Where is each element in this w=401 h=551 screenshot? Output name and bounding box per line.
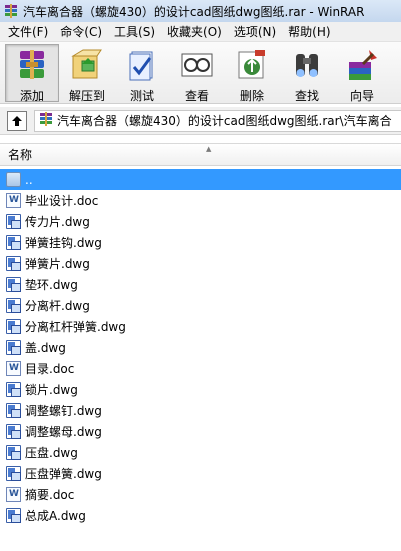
dwg-file-icon [6,214,21,229]
file-name: 盖.dwg [25,341,66,355]
menu-file[interactable]: 文件(F) [2,22,54,42]
list-item[interactable]: 压盘弹簧.dwg [0,463,401,484]
wizard-label: 向导 [349,89,374,103]
file-name: .. [25,172,33,187]
list-item[interactable]: 盖.dwg [0,337,401,358]
file-name: 压盘弹簧.dwg [25,467,102,481]
column-header-label: 名称 [8,148,33,162]
file-name: 弹簧片.dwg [25,257,90,271]
up-arrow-icon [12,115,22,126]
delete-button[interactable]: 删除 [225,44,279,103]
dwg-file-icon [6,403,21,418]
list-item[interactable]: 锁片.dwg [0,379,401,400]
dwg-file-icon [6,466,21,481]
dwg-file-icon [6,445,21,460]
menu-bar: 文件(F) 命令(C) 工具(S) 收藏夹(O) 选项(N) 帮助(H) [0,22,401,42]
list-item[interactable]: 分离杆.dwg [0,295,401,316]
list-item[interactable]: 调整螺钉.dwg [0,400,401,421]
file-name: 目录.doc [25,362,75,376]
list-item[interactable]: 调整螺母.dwg [0,421,401,442]
list-item[interactable]: .. [0,169,401,190]
dwg-file-icon [6,508,21,523]
list-item[interactable]: 总成A.dwg [0,505,401,526]
wizard-icon [345,48,379,82]
dwg-file-icon [6,382,21,397]
menu-favorites[interactable]: 收藏夹(O) [161,22,228,42]
title-bar: 汽车离合器（螺旋430）的设计cad图纸dwg图纸.rar - WinRAR [0,0,401,22]
address-bar: 汽车离合器（螺旋430）的设计cad图纸dwg图纸.rar\汽车离合 [0,107,401,135]
list-item[interactable]: 垫环.dwg [0,274,401,295]
dwg-file-icon [6,340,21,355]
test-label: 测试 [129,89,154,103]
list-item[interactable]: 弹簧挂钩.dwg [0,232,401,253]
path-text: 汽车离合器（螺旋430）的设计cad图纸dwg图纸.rar\汽车离合 [57,114,392,128]
file-name: 调整螺母.dwg [25,425,102,439]
archive-icon [39,112,53,129]
file-rows: .. 毕业设计.doc 传力片.dwg 弹簧挂钩.dwg 弹簧片.dwg 垫环.… [0,166,401,526]
menu-options[interactable]: 选项(N) [228,22,282,42]
test-button[interactable]: 测试 [115,44,169,103]
sort-arrow-icon: ▲ [206,145,212,153]
add-label: 添加 [19,89,44,103]
file-name: 压盘.dwg [25,446,78,460]
file-name: 传力片.dwg [25,215,90,229]
list-item[interactable]: 弹簧片.dwg [0,253,401,274]
find-icon [290,48,324,82]
find-label: 查找 [294,89,319,103]
up-folder-button[interactable] [7,110,27,131]
list-item[interactable]: 目录.doc [0,358,401,379]
dwg-file-icon [6,424,21,439]
delete-label: 删除 [239,89,264,103]
menu-tools[interactable]: 工具(S) [108,22,161,42]
file-name: 毕业设计.doc [25,194,99,208]
dwg-file-icon [6,256,21,271]
file-name: 弹簧挂钩.dwg [25,236,102,250]
extract-button[interactable]: 解压到 [60,44,114,103]
doc-file-icon [6,193,21,208]
dwg-file-icon [6,319,21,334]
parent-folder-icon [6,172,21,187]
winrar-app-icon [4,4,18,18]
extract-icon [70,48,104,82]
list-item[interactable]: 毕业设计.doc [0,190,401,211]
extract-label: 解压到 [68,89,105,103]
column-header-name[interactable]: 名称 ▲ [0,144,401,166]
add-icon [15,48,49,82]
file-name: 分离杆.dwg [25,299,90,313]
test-icon [125,48,159,82]
delete-icon [235,48,269,82]
list-item[interactable]: 压盘.dwg [0,442,401,463]
find-button[interactable]: 查找 [280,44,334,103]
add-button[interactable]: 添加 [5,44,59,103]
file-name: 锁片.dwg [25,383,78,397]
file-name: 摘要.doc [25,488,75,502]
view-icon [180,48,214,82]
view-button[interactable]: 查看 [170,44,224,103]
list-item[interactable]: 摘要.doc [0,484,401,505]
menu-help[interactable]: 帮助(H) [282,22,336,42]
list-item[interactable]: 传力片.dwg [0,211,401,232]
dwg-file-icon [6,235,21,250]
file-name: 分离杠杆弹簧.dwg [25,320,126,334]
file-list: 名称 ▲ .. 毕业设计.doc 传力片.dwg 弹簧挂钩.dwg 弹簧片.dw… [0,143,401,551]
dwg-file-icon [6,277,21,292]
dwg-file-icon [6,298,21,313]
doc-file-icon [6,361,21,376]
view-label: 查看 [184,89,209,103]
list-item[interactable]: 分离杠杆弹簧.dwg [0,316,401,337]
wizard-button[interactable]: 向导 [335,44,389,103]
toolbar: 添加 解压到 测试 查看 删除 查找 向导 [0,42,401,104]
file-name: 垫环.dwg [25,278,78,292]
doc-file-icon [6,487,21,502]
path-field[interactable]: 汽车离合器（螺旋430）的设计cad图纸dwg图纸.rar\汽车离合 [34,109,401,132]
file-name: 总成A.dwg [25,509,86,523]
file-name: 调整螺钉.dwg [25,404,102,418]
menu-commands[interactable]: 命令(C) [54,22,108,42]
window-title: 汽车离合器（螺旋430）的设计cad图纸dwg图纸.rar - WinRAR [23,4,365,19]
